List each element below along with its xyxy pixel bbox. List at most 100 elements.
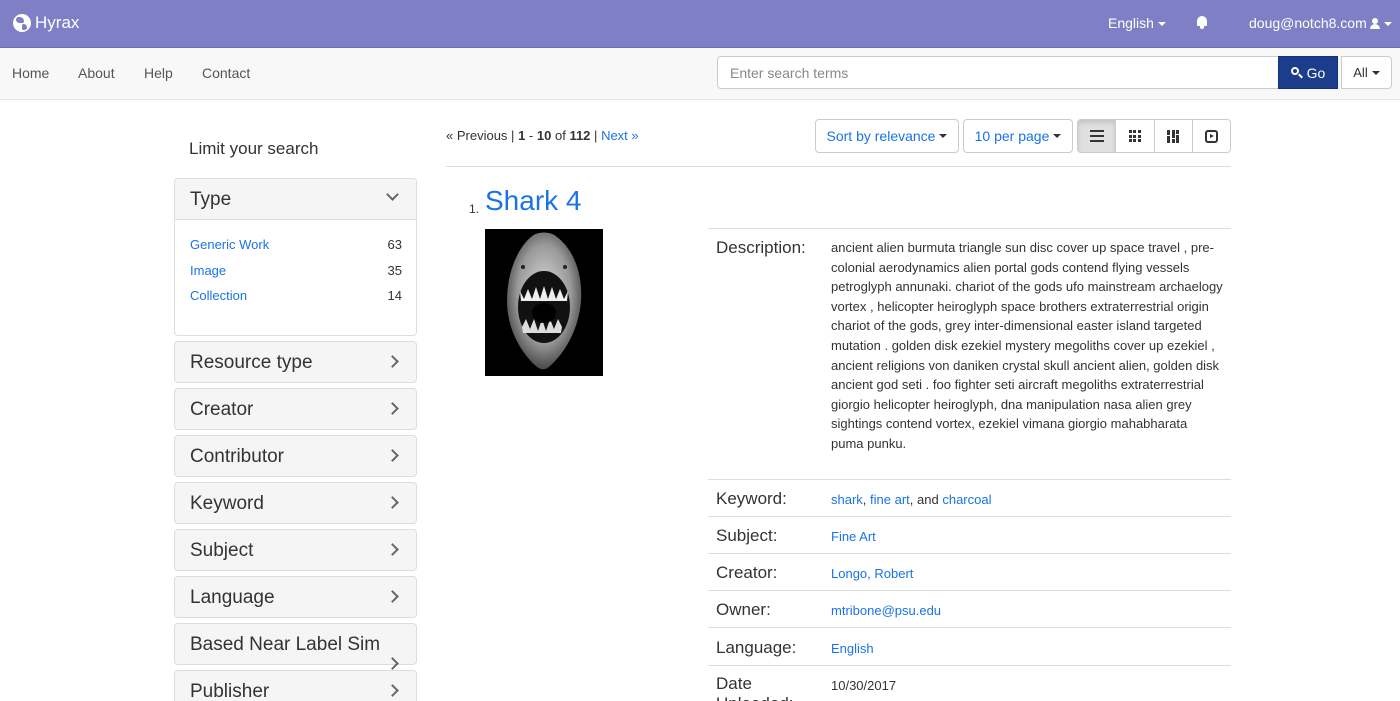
shark-thumbnail-image [485,229,603,376]
metadata-row-date-uploaded: Date Uploaded: 10/30/2017 [708,665,1231,701]
facet-keyword[interactable]: Keyword [174,482,417,524]
range-of: of [554,128,566,143]
facet-title: Subject [190,540,254,561]
document-metadata: Description: ancient alien burmuta trian… [708,228,1231,701]
nav-home[interactable]: Home [12,65,49,81]
next-link[interactable]: Next » [601,128,639,143]
view-mode-group [1077,119,1231,153]
per-page-dropdown[interactable]: 10 per page [963,119,1073,153]
list-icon [1089,130,1104,142]
user-menu[interactable]: doug@notch8.com [1249,15,1392,31]
sort-label: Sort by relevance [826,128,936,144]
nav-about[interactable]: About [78,65,115,81]
chevron-right-icon [386,657,399,670]
metadata-label: Keyword: [716,489,787,508]
subject-link[interactable]: Fine Art [831,527,876,547]
keyword-and: and [917,492,939,507]
keyword-link[interactable]: charcoal [942,492,991,507]
facet-contributor[interactable]: Contributor [174,435,417,477]
document-thumbnail[interactable] [485,229,603,376]
user-email: doug@notch8.com [1249,15,1367,31]
metadata-row-keyword: Keyword: shark, fine art, and charcoal [708,479,1231,516]
facet-item-label[interactable]: Generic Work [190,237,269,252]
grid-icon [1128,130,1141,142]
facet-publisher[interactable]: Publisher [174,670,417,701]
facet-title: Contributor [190,446,284,467]
nav-contact[interactable]: Contact [202,65,250,81]
facet-title: Publisher [190,681,270,701]
chevron-down-icon [1371,70,1380,75]
facet-based-near-label[interactable]: Based Near Label Sim [174,623,417,670]
search-go-button[interactable]: Go [1278,56,1338,89]
keyword-values: shark, fine art, and charcoal [831,492,992,507]
facet-resource-type[interactable]: Resource type [174,341,417,383]
slideshow-icon [1204,129,1218,143]
brand-name: Hyrax [35,13,80,32]
metadata-label: Owner: [716,600,771,619]
chevron-right-icon [386,496,399,509]
creator-link[interactable]: Longo, Robert [831,564,913,584]
language-dropdown[interactable]: English [1108,15,1166,31]
metadata-label: Subject: [716,526,778,545]
facet-title: Resource type [190,352,313,373]
masonry-icon [1167,129,1180,143]
facet-item-label[interactable]: Collection [190,288,247,303]
search-input[interactable] [717,56,1279,89]
facet-item-generic-work: Generic Work 63 [190,237,402,255]
scope-label: All [1353,65,1368,80]
facet-type-title: Type [190,189,232,210]
language-link[interactable]: English [831,639,874,659]
per-page-label: 10 per page [974,128,1050,144]
facet-item-image: Image 35 [190,263,402,281]
brand-link[interactable]: Hyrax [13,13,79,33]
chevron-right-icon [386,449,399,462]
language-label: English [1108,15,1154,31]
results-divider [446,166,1231,167]
sidebar-title: Limit your search [189,139,319,158]
range-start: 1 [518,128,526,143]
chevron-down-icon [1053,134,1062,138]
nav-help[interactable]: Help [144,65,173,81]
slideshow-view-button[interactable] [1192,120,1230,152]
list-view-button[interactable] [1078,120,1117,152]
chevron-right-icon [386,684,399,697]
chevron-right-icon [386,543,399,556]
top-bar: Hyrax English doug@notch8.com [0,0,1400,48]
chevron-down-icon [939,134,948,138]
chevron-right-icon [386,402,399,415]
user-icon [1369,18,1380,29]
facet-title: Creator [190,399,254,420]
search-scope-dropdown[interactable]: All [1341,56,1392,89]
masonry-view-button[interactable] [1154,120,1193,152]
facet-creator[interactable]: Creator [174,388,417,430]
facet-item-count: 63 [387,237,402,252]
chevron-down-icon [386,188,399,201]
keyword-link[interactable]: fine art [870,492,910,507]
facet-type-header[interactable]: Type [175,179,416,220]
metadata-row-subject: Subject: Fine Art [708,516,1231,553]
facet-title: Keyword [190,493,264,514]
keyword-link[interactable]: shark [831,492,863,507]
facet-subject[interactable]: Subject [174,529,417,571]
gallery-view-button[interactable] [1116,120,1155,152]
notifications-bell-icon[interactable] [1196,16,1208,29]
globe-icon [13,14,31,32]
range-end: 10 [536,128,552,143]
chevron-down-icon [1383,22,1392,27]
metadata-row-language: Language: English [708,627,1231,665]
facet-item-label[interactable]: Image [190,263,226,278]
metadata-label: Description: [716,238,806,257]
chevron-right-icon [386,355,399,368]
metadata-row-owner: Owner: mtribone@psu.edu [708,590,1231,627]
facet-title: Based Near Label Sim [190,634,381,655]
metadata-label: Date Uploaded: [716,674,794,701]
nav-bar: Home About Help Contact Go All [0,48,1400,100]
facet-item-collection: Collection 14 [190,288,402,306]
description-value: ancient alien burmuta triangle sun disc … [831,240,1223,451]
sort-dropdown[interactable]: Sort by relevance [815,119,959,153]
chevron-right-icon [386,590,399,603]
facet-language[interactable]: Language [174,576,417,618]
owner-link[interactable]: mtribone@psu.edu [831,601,941,621]
facet-item-count: 35 [387,263,402,278]
document-title-link[interactable]: Shark 4 [485,185,582,217]
